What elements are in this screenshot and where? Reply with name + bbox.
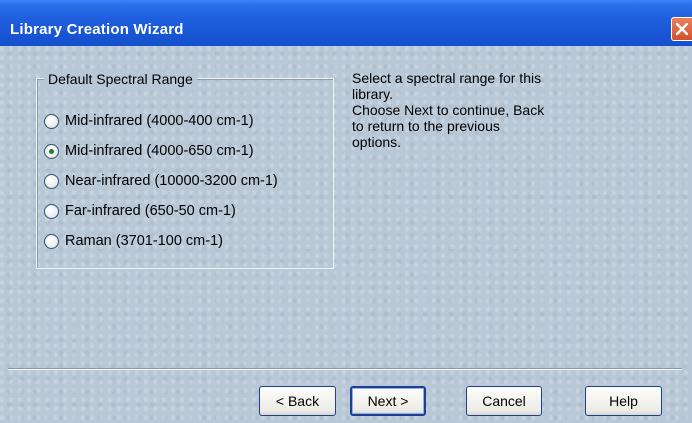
close-icon — [676, 23, 688, 35]
groupbox-label: Default Spectral Range — [44, 71, 197, 87]
dialog-body: Default Spectral Range Mid-infrared (400… — [0, 46, 692, 423]
radio-option-raman[interactable]: Raman (3701-100 cm-1) — [44, 231, 223, 251]
radio-button[interactable] — [44, 113, 59, 129]
radio-button[interactable] — [44, 233, 59, 249]
radio-button-selected[interactable] — [44, 143, 59, 159]
library-creation-wizard-window: Library Creation Wizard Default Spectral… — [0, 0, 692, 423]
next-button[interactable]: Next > — [350, 386, 426, 416]
radio-label: Far-infrared (650-50 cm-1) — [65, 203, 236, 219]
instructions-line: library. — [352, 86, 393, 102]
radio-option-mid-ir-4000-650[interactable]: Mid-infrared (4000-650 cm-1) — [44, 141, 254, 161]
radio-option-mid-ir-4000-400[interactable]: Mid-infrared (4000-400 cm-1) — [44, 111, 254, 131]
back-button[interactable]: < Back — [259, 386, 336, 416]
radio-button[interactable] — [44, 173, 59, 189]
footer-separator — [8, 368, 682, 370]
radio-label: Mid-infrared (4000-400 cm-1) — [65, 113, 254, 129]
radio-option-far-ir[interactable]: Far-infrared (650-50 cm-1) — [44, 201, 236, 221]
help-button-label: Help — [609, 393, 638, 409]
back-button-label: < Back — [275, 393, 320, 409]
instructions-line: Select a spectral range for this — [352, 70, 542, 86]
instructions-line: to return to the previous — [352, 118, 500, 134]
next-button-label: Next > — [367, 393, 409, 409]
title-bar[interactable]: Library Creation Wizard — [0, 0, 692, 46]
window-title: Library Creation Wizard — [10, 21, 184, 38]
radio-option-near-ir[interactable]: Near-infrared (10000-3200 cm-1) — [44, 171, 278, 191]
radio-label: Mid-infrared (4000-650 cm-1) — [65, 143, 254, 159]
instructions-line: options. — [352, 134, 402, 150]
help-button[interactable]: Help — [585, 386, 662, 416]
instructions-text: Select a spectral range for this library… — [352, 70, 612, 150]
radio-label: Near-infrared (10000-3200 cm-1) — [65, 173, 278, 189]
radio-button[interactable] — [44, 203, 59, 219]
close-button[interactable] — [671, 17, 692, 41]
cancel-button[interactable]: Cancel — [466, 386, 542, 416]
radio-label: Raman (3701-100 cm-1) — [65, 233, 223, 249]
cancel-button-label: Cancel — [482, 393, 526, 409]
instructions-line: Choose Next to continue, Back — [352, 102, 545, 118]
